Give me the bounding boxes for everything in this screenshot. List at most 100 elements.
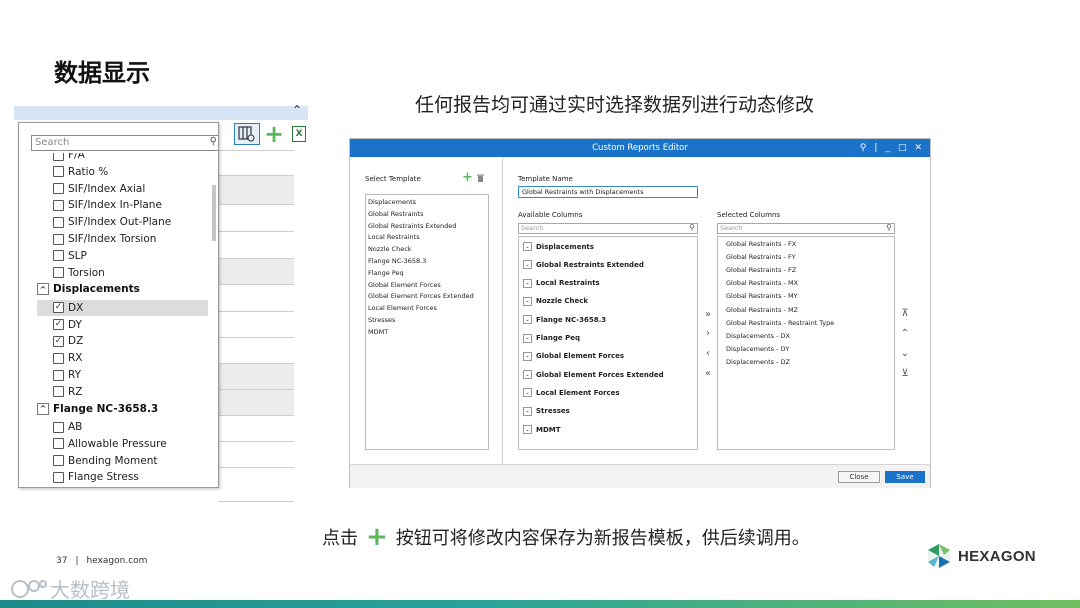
checkbox-icon[interactable] (53, 438, 64, 450)
column-checkbox-item[interactable]: SIF/Index In-Plane (53, 197, 162, 213)
expand-icon[interactable]: ⌄ (523, 242, 532, 251)
selected-column-item[interactable]: Global Restraints - Restraint Type (726, 319, 834, 327)
column-checkbox-item[interactable]: ✓ DY (53, 317, 82, 333)
column-checkbox-item[interactable]: SIF/Index Out-Plane (53, 214, 171, 230)
checked-checkbox-icon[interactable]: ✓ (53, 335, 64, 347)
expand-icon[interactable]: ⌄ (523, 370, 532, 380)
move-left-icon[interactable]: ‹ (702, 348, 714, 359)
trash-icon[interactable] (477, 174, 484, 184)
selected-column-item[interactable]: Global Restraints - MZ (726, 306, 798, 314)
move-top-icon[interactable]: ⊼ (899, 308, 911, 319)
checkbox-icon[interactable] (53, 471, 64, 483)
move-all-right-icon[interactable]: » (702, 309, 714, 320)
available-column-group[interactable]: ⌄ MDMT (523, 425, 561, 434)
available-column-group[interactable]: ⌄ Displacements (523, 242, 594, 251)
template-list-item[interactable]: Global Element Forces (368, 281, 441, 289)
checkbox-icon[interactable] (53, 250, 64, 262)
expand-icon[interactable]: ⌄ (523, 351, 532, 361)
available-search-input[interactable]: Search ⚲ (518, 223, 698, 234)
checkbox-icon[interactable] (53, 369, 64, 381)
close-button[interactable]: Close (838, 471, 880, 483)
column-checkbox-item[interactable]: SLP (53, 248, 87, 264)
minimize-icon[interactable]: _ (885, 143, 890, 153)
expand-icon[interactable]: ⌄ (523, 296, 532, 306)
save-button[interactable]: Save (885, 471, 925, 483)
expand-icon[interactable]: ⌄ (523, 425, 532, 434)
checkbox-icon[interactable] (53, 216, 64, 228)
template-list-item[interactable]: Flange NC-3658.3 (368, 257, 426, 265)
column-checkbox-item[interactable]: SIF/Index Torsion (53, 231, 156, 247)
collapse-icon[interactable]: ^ (37, 402, 49, 415)
selected-column-item[interactable]: Global Restraints - FX (726, 240, 796, 248)
column-checkbox-item[interactable]: AB (53, 419, 82, 435)
checkbox-icon[interactable] (53, 153, 64, 161)
template-list-item[interactable]: Local Restraints (368, 233, 420, 241)
template-list-item[interactable]: Global Restraints Extended (368, 222, 456, 230)
available-column-group[interactable]: ⌄ Flange Peq (523, 333, 580, 343)
expand-icon[interactable]: ⌄ (523, 406, 532, 416)
template-list-item[interactable]: MDMT (368, 328, 388, 336)
move-bottom-icon[interactable]: ⊻ (899, 368, 911, 379)
available-column-group[interactable]: ⌄ Global Element Forces Extended (523, 370, 664, 380)
column-search-input[interactable]: Search ⚲ (31, 135, 218, 151)
available-column-group[interactable]: ⌄ Local Element Forces (523, 388, 620, 398)
pin-icon[interactable]: ⚲ (860, 143, 867, 153)
checked-checkbox-icon[interactable]: ✓ (53, 319, 64, 331)
template-list-item[interactable]: Global Element Forces Extended (368, 292, 474, 300)
available-column-group[interactable]: ⌄ Flange NC-3658.3 (523, 315, 606, 325)
column-checkbox-item[interactable]: RZ (53, 384, 83, 400)
collapse-icon[interactable]: ^ (37, 283, 49, 296)
column-checkbox-item[interactable]: RY (53, 367, 81, 383)
column-chooser-icon[interactable] (234, 123, 260, 145)
checkbox-icon[interactable] (53, 421, 64, 433)
template-list-item[interactable]: Local Element Forces (368, 304, 437, 312)
move-all-left-icon[interactable]: « (702, 368, 714, 379)
move-down-icon[interactable]: ⌄ (899, 348, 911, 359)
checkbox-icon[interactable] (53, 352, 64, 364)
column-checkbox-item[interactable]: Flange Stress (53, 469, 139, 485)
column-checkbox-item[interactable]: ✓ DZ (53, 333, 83, 349)
selected-column-item[interactable]: Global Restraints - FZ (726, 266, 796, 274)
column-group[interactable]: ^ Flange NC-3658.3 (37, 401, 158, 417)
checkbox-icon[interactable] (53, 166, 64, 178)
checkbox-icon[interactable] (53, 233, 64, 245)
selected-column-item[interactable]: Displacements - DX (726, 332, 790, 340)
expand-icon[interactable]: ⌄ (523, 315, 532, 325)
column-group[interactable]: ^ Displacements (37, 281, 140, 297)
template-list-item[interactable]: Flange Peq (368, 269, 404, 277)
column-checkbox-item[interactable]: Allowable Pressure (53, 436, 167, 452)
selected-search-input[interactable]: Search ⚲ (717, 223, 895, 234)
scrollbar-thumb[interactable] (212, 185, 216, 241)
checkbox-icon[interactable] (53, 267, 64, 279)
expand-icon[interactable]: ⌄ (523, 260, 532, 270)
selected-column-item[interactable]: Global Restraints - MY (726, 292, 798, 300)
selected-column-item[interactable]: Displacements - DZ (726, 358, 790, 366)
template-list-item[interactable]: Global Restraints (368, 210, 423, 218)
column-checkbox-item[interactable]: Bending Moment (53, 453, 158, 469)
column-checkbox-item[interactable]: RX (53, 350, 83, 366)
template-list-item[interactable]: Displacements (368, 198, 416, 206)
available-column-group[interactable]: ⌄ Local Restraints (523, 278, 600, 288)
excel-export-icon[interactable]: X (292, 126, 307, 142)
column-checkbox-item[interactable]: ✓ DX (37, 299, 208, 316)
available-column-group[interactable]: ⌄ Global Restraints Extended (523, 260, 644, 270)
available-column-group[interactable]: ⌄ Nozzle Check (523, 296, 588, 306)
available-column-group[interactable]: ⌄ Global Element Forces (523, 351, 624, 361)
selected-column-item[interactable]: Displacements - DY (726, 345, 789, 353)
checkbox-icon[interactable] (53, 183, 64, 195)
template-name-input[interactable]: Global Restraints with Displacements (518, 186, 698, 198)
template-list-item[interactable]: Stresses (368, 316, 395, 324)
checkbox-icon[interactable] (53, 199, 64, 211)
expand-icon[interactable]: ⌄ (523, 278, 532, 288)
checked-checkbox-icon[interactable]: ✓ (53, 302, 64, 314)
add-template-button[interactable]: + (462, 171, 473, 184)
column-checkbox-item[interactable]: Ratio % (53, 164, 108, 180)
selected-column-item[interactable]: Global Restraints - MX (726, 279, 798, 287)
column-checkbox-item[interactable]: F/A (53, 153, 85, 163)
add-template-icon[interactable]: + (264, 122, 284, 146)
template-list-item[interactable]: Nozzle Check (368, 245, 412, 253)
column-checkbox-item[interactable]: Torsion (53, 265, 105, 281)
column-checkbox-item[interactable]: SIF/Index Axial (53, 181, 145, 197)
selected-column-item[interactable]: Global Restraints - FY (726, 253, 796, 261)
collapse-up-icon[interactable]: ⌃ (292, 103, 302, 117)
